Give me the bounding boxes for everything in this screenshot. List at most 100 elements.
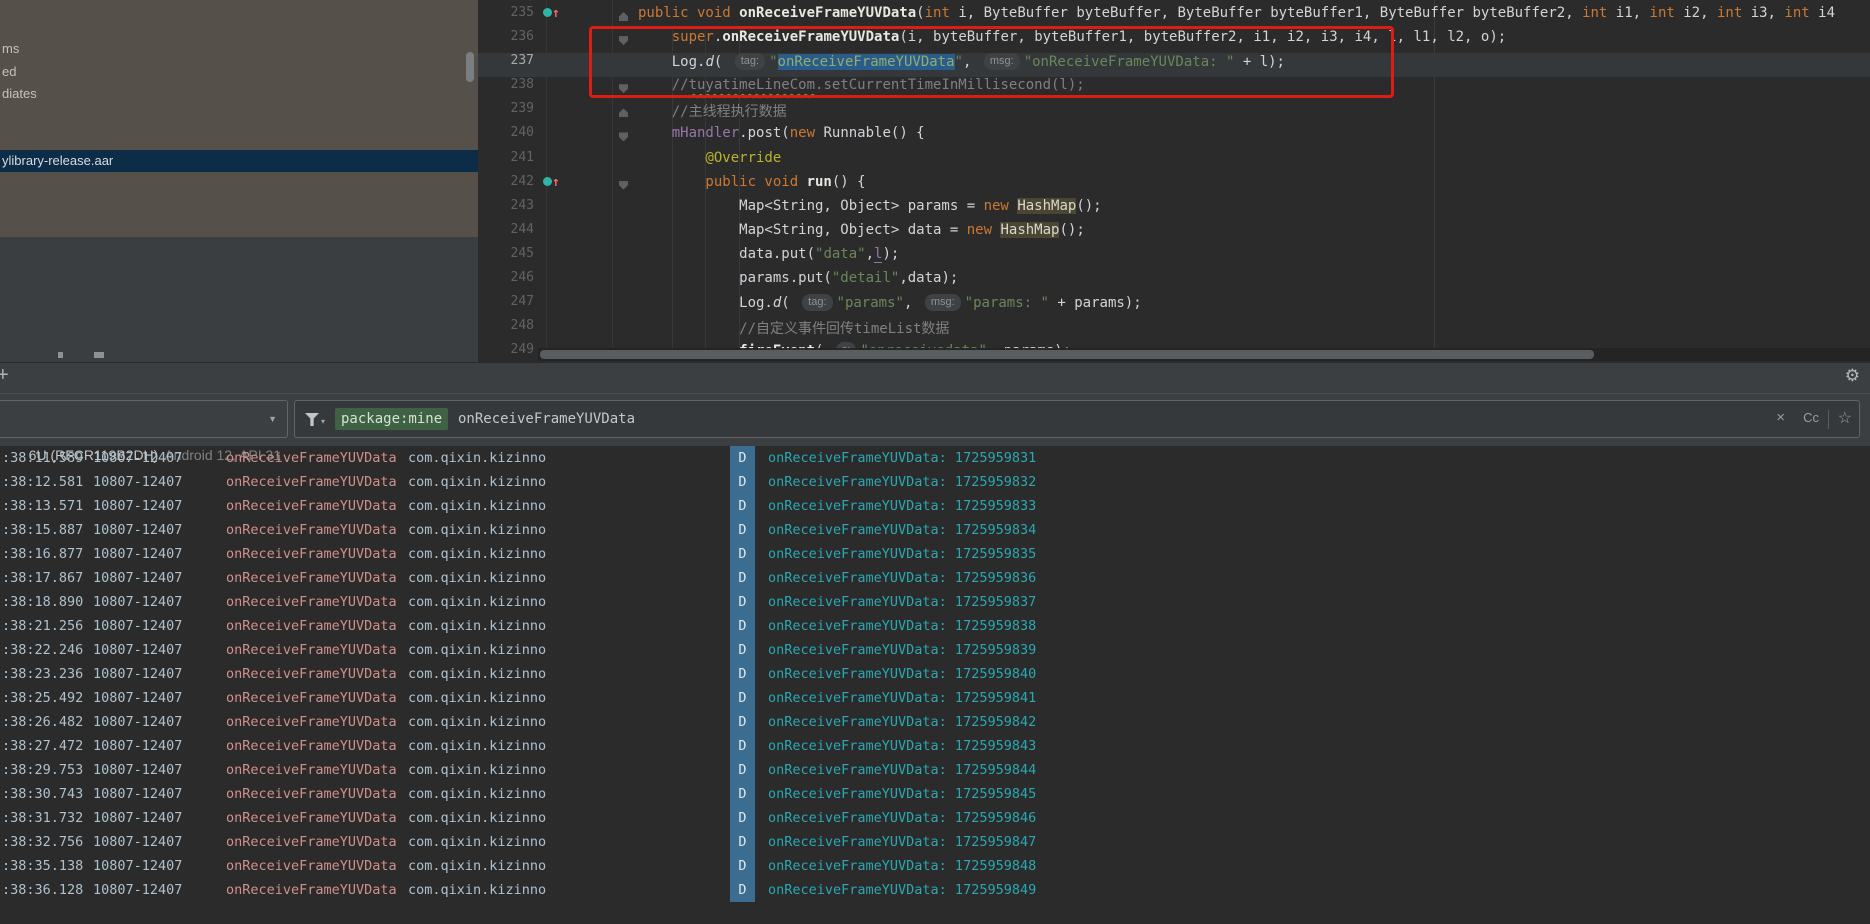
fold-marker-icon[interactable] — [619, 36, 628, 45]
fold-marker-icon[interactable] — [619, 84, 628, 93]
log-message: onReceiveFrameYUVData: 1725959846 — [768, 806, 1036, 830]
code-token: new — [984, 198, 1009, 214]
logcat-panel: + ⚙ 6U (RFCR119B2DH)Android 12, API 31 ▼… — [0, 362, 1870, 924]
log-row[interactable]: :38:30.74310807-12407onReceiveFrameYUVDa… — [0, 782, 1870, 806]
filter-query-text[interactable]: onReceiveFrameYUVData — [458, 408, 635, 430]
project-tree-item[interactable]: ms — [2, 41, 19, 56]
override-arrow-icon[interactable]: ↑ — [552, 175, 560, 190]
log-timestamp: :38:15.887 — [2, 518, 83, 542]
log-row[interactable]: :38:18.89010807-12407onReceiveFrameYUVDa… — [0, 590, 1870, 614]
log-row[interactable]: :38:27.47210807-12407onReceiveFrameYUVDa… — [0, 734, 1870, 758]
log-row[interactable]: :38:29.75310807-12407onReceiveFrameYUVDa… — [0, 758, 1870, 782]
log-timestamp: :38:21.256 — [2, 614, 83, 638]
log-row[interactable]: :38:16.87710807-12407onReceiveFrameYUVDa… — [0, 542, 1870, 566]
line-number: 240 — [478, 125, 534, 149]
log-level-badge: D — [730, 878, 755, 902]
log-row[interactable]: :38:31.73210807-12407onReceiveFrameYUVDa… — [0, 806, 1870, 830]
project-panel-scrollbar-thumb[interactable] — [466, 52, 474, 82]
code-line-239[interactable]: 239 //主线程执行数据 — [478, 101, 1870, 125]
override-marker-icon[interactable] — [543, 8, 552, 17]
log-row[interactable]: :38:26.48210807-12407onReceiveFrameYUVDa… — [0, 710, 1870, 734]
project-tree-item[interactable]: diates — [2, 86, 37, 101]
code-line-241[interactable]: 241 @Override — [478, 150, 1870, 174]
log-row[interactable]: :38:21.25610807-12407onReceiveFrameYUVDa… — [0, 614, 1870, 638]
log-row[interactable]: :38:25.49210807-12407onReceiveFrameYUVDa… — [0, 686, 1870, 710]
clear-filter-icon[interactable]: × — [1776, 409, 1785, 426]
log-tag: onReceiveFrameYUVData — [226, 518, 397, 542]
log-timestamp: :38:27.472 — [2, 734, 83, 758]
code-line-240[interactable]: 240 mHandler.post(new Runnable() { — [478, 125, 1870, 149]
device-selector[interactable]: 6U (RFCR119B2DH)Android 12, API 31 ▼ — [0, 400, 288, 438]
log-package: com.qixin.kizinno — [408, 878, 546, 902]
code-line-238[interactable]: 238 //tuyatimeLineCom.setCurrentTimeInMi… — [478, 77, 1870, 101]
code-token: public void — [638, 174, 807, 190]
code-line-242[interactable]: 242↑ public void run() { — [478, 174, 1870, 198]
fold-marker-icon[interactable] — [619, 12, 628, 21]
logcat-filter-input[interactable]: ▾ package:mine onReceiveFrameYUVData × C… — [294, 400, 1860, 438]
log-row[interactable]: :38:23.23610807-12407onReceiveFrameYUVDa… — [0, 662, 1870, 686]
log-row[interactable]: :38:32.75610807-12407onReceiveFrameYUVDa… — [0, 830, 1870, 854]
override-arrow-icon[interactable]: ↑ — [552, 6, 560, 21]
code-token: int — [925, 5, 950, 21]
override-marker-icon[interactable] — [543, 177, 552, 186]
log-package: com.qixin.kizinno — [408, 494, 546, 518]
log-row[interactable]: :38:15.887 10807-12407 onReceiveFrameYUVDa… — [0, 518, 1870, 542]
log-pid: 10807-12407 — [93, 614, 182, 638]
gutter-icons — [534, 77, 574, 101]
log-pid: 10807-12407 — [93, 638, 182, 662]
log-timestamp: :38:13.571 — [2, 494, 83, 518]
gear-icon[interactable]: ⚙ — [1845, 366, 1860, 386]
add-tab-icon[interactable]: + — [0, 364, 9, 387]
code-line-247[interactable]: 247 Log.d( tag:"params", msg:"params: " … — [478, 294, 1870, 318]
fold-marker-icon[interactable] — [619, 132, 628, 141]
log-pid: 10807-12407 — [93, 782, 182, 806]
log-package: com.qixin.kizinno — [408, 590, 546, 614]
code-text: @Override — [636, 150, 781, 174]
code-line-243[interactable]: 243 Map<String, Object> params = new Has… — [478, 198, 1870, 222]
code-line-248[interactable]: 248 //自定义事件回传timeList数据 — [478, 318, 1870, 342]
filter-chip-package-mine[interactable]: package:mine — [335, 408, 448, 430]
project-tree-item[interactable]: ed — [2, 64, 16, 79]
log-row[interactable]: :38:22.24610807-12407onReceiveFrameYUVDa… — [0, 638, 1870, 662]
log-package: com.qixin.kizinno — [408, 518, 546, 542]
filter-funnel-icon[interactable] — [305, 413, 319, 426]
fold-marker-icon[interactable] — [619, 108, 628, 117]
log-timestamp: :38:25.492 — [2, 686, 83, 710]
match-case-icon[interactable]: Cc — [1803, 410, 1819, 425]
log-row[interactable]: :38:13.57110807-12407onReceiveFrameYUVDa… — [0, 494, 1870, 518]
code-token: (i, byteBuffer, byteBuffer1, byteBuffer2… — [899, 29, 1506, 45]
code-token: onReceiveFrameYUVData — [739, 5, 916, 21]
log-level-badge: D — [730, 590, 755, 614]
log-tag: onReceiveFrameYUVData — [226, 590, 397, 614]
code-token: super — [672, 29, 714, 45]
code-token: ,data); — [899, 270, 958, 286]
code-token: onReceiveFrameYUVData — [722, 29, 899, 45]
favorite-star-icon[interactable]: ☆ — [1838, 408, 1852, 428]
code-line-244[interactable]: 244 Map<String, Object> data = new HashM… — [478, 222, 1870, 246]
editor-hscrollbar-thumb[interactable] — [540, 350, 1594, 359]
log-row[interactable]: :38:12.58110807-12407onReceiveFrameYUVDa… — [0, 470, 1870, 494]
log-package: com.qixin.kizinno — [408, 686, 546, 710]
log-pid: 10807-12407 — [93, 518, 182, 542]
code-line-237[interactable]: 237 Log.d( tag:"onReceiveFrameYUVData", … — [478, 53, 1870, 77]
log-level-badge: D — [730, 686, 755, 710]
code-editor[interactable]: 235↑public void onReceiveFrameYUVData(in… — [478, 0, 1870, 362]
log-tag: onReceiveFrameYUVData — [226, 830, 397, 854]
log-tag: onReceiveFrameYUVData — [226, 782, 397, 806]
log-row[interactable]: :38:17.86710807-12407onReceiveFrameYUVDa… — [0, 566, 1870, 590]
code-line-246[interactable]: 246 params.put("detail",data); — [478, 270, 1870, 294]
log-row[interactable]: :38:35.13810807-12407onReceiveFrameYUVDa… — [0, 854, 1870, 878]
fold-marker-icon[interactable] — [619, 181, 628, 190]
log-row[interactable]: :38:36.12810807-12407onReceiveFrameYUVDa… — [0, 878, 1870, 902]
fold-column — [574, 29, 636, 53]
log-message: onReceiveFrameYUVData: 1725959832 — [768, 470, 1036, 494]
code-line-236[interactable]: 236 super.onReceiveFrameYUVData(i, byteB… — [478, 29, 1870, 53]
project-tree-item-selected[interactable]: ylibrary-release.aar — [0, 150, 478, 172]
log-pid: 10807-12407 — [93, 494, 182, 518]
code-line-245[interactable]: 245 data.put("data",l); — [478, 246, 1870, 270]
code-token: mHandler — [672, 125, 739, 141]
code-line-235[interactable]: 235↑public void onReceiveFrameYUVData(in… — [478, 5, 1870, 29]
log-row[interactable]: :38:11.58910807-12407onReceiveFrameYUVDa… — [0, 446, 1870, 470]
code-token: (); — [1059, 222, 1084, 238]
code-token: .setCurrentTimeInMillisecond(l); — [815, 77, 1085, 93]
